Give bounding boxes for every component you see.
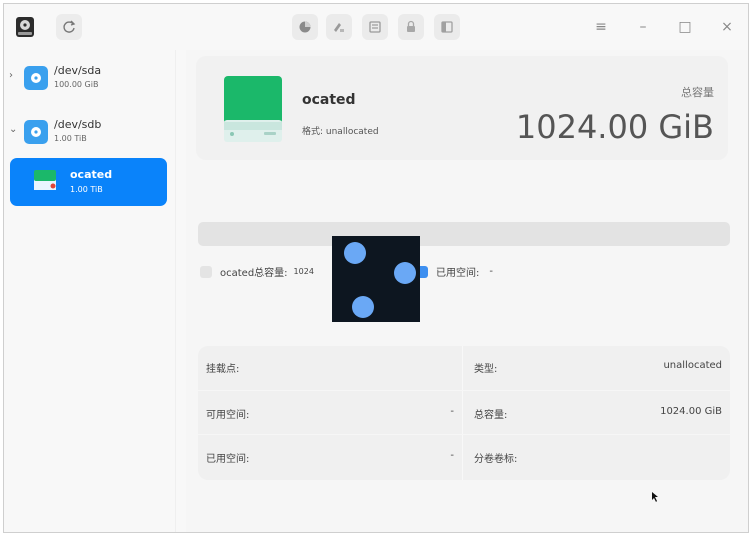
row-divider bbox=[198, 390, 730, 391]
hard-disk-icon bbox=[24, 66, 48, 90]
refresh-icon bbox=[63, 20, 76, 33]
total-capacity-value: 1024.00 GiB bbox=[660, 406, 722, 417]
loading-spinner-overlay bbox=[332, 236, 420, 322]
partition-icon bbox=[34, 170, 56, 190]
capacity-label: 总容量 bbox=[681, 86, 714, 99]
partition-icon bbox=[299, 21, 311, 33]
spinner-dot bbox=[394, 262, 416, 284]
total-legend: ocated总容量: 1024 bbox=[200, 264, 314, 279]
row-divider bbox=[198, 434, 730, 435]
disk-item-sdb[interactable]: ⌄ /dev/sdb 1.00 TiB bbox=[4, 112, 176, 160]
maximize-icon: □ bbox=[678, 19, 692, 35]
total-legend-label: ocated总容量: bbox=[220, 268, 288, 279]
disk-name: /dev/sdb bbox=[54, 118, 102, 131]
used-legend-value: - bbox=[489, 266, 493, 277]
format-icon bbox=[334, 23, 344, 32]
hard-disk-icon bbox=[24, 120, 48, 144]
spinner-dot bbox=[352, 296, 374, 318]
device-sidebar: › /dev/sda 100.00 GiB ⌄ /dev/sdb 1.00 Ti… bbox=[4, 50, 176, 532]
menu-button[interactable]: ≡ bbox=[590, 16, 612, 38]
partition-button[interactable] bbox=[292, 14, 318, 40]
partition-title: ocated bbox=[302, 92, 356, 108]
free-space-value: - bbox=[450, 406, 454, 417]
usage-bar bbox=[198, 222, 730, 246]
close-button[interactable]: × bbox=[716, 16, 738, 38]
panel-icon bbox=[441, 21, 453, 33]
maximize-button[interactable]: □ bbox=[674, 16, 696, 38]
capacity-value: 1024.00 GiB bbox=[515, 108, 714, 146]
title-bar: ≡ – □ × bbox=[4, 4, 748, 50]
chevron-down-icon[interactable]: ⌄ bbox=[9, 124, 17, 135]
format-label: 格式: unallocated bbox=[302, 127, 379, 137]
disk-utility-icon bbox=[16, 17, 34, 37]
disk-size: 1.00 TiB bbox=[54, 134, 87, 143]
mount-button[interactable] bbox=[398, 14, 424, 40]
partition-detail-panel: ocated 格式: unallocated 总容量 1024.00 GiB o… bbox=[186, 50, 748, 532]
total-swatch bbox=[200, 265, 212, 278]
free-space-label: 可用空间: bbox=[206, 410, 250, 421]
partition-summary-card: ocated 格式: unallocated 总容量 1024.00 GiB bbox=[196, 56, 728, 160]
mount-point-label: 挂载点: bbox=[206, 364, 240, 375]
spinner-dot bbox=[344, 242, 366, 264]
partition-item-ocated[interactable]: ocated 1.00 TiB bbox=[10, 158, 167, 206]
minimize-icon: – bbox=[639, 19, 647, 35]
partition-large-icon bbox=[224, 76, 282, 142]
wipe-button[interactable] bbox=[362, 14, 388, 40]
total-capacity-label: 总容量: bbox=[474, 410, 508, 421]
disk-utility-window: ≡ – □ × › /dev/sda 100.00 GiB ⌄ /dev/sdb bbox=[3, 3, 749, 533]
lock-icon bbox=[407, 20, 415, 32]
type-label: 类型: bbox=[474, 364, 498, 375]
refresh-button[interactable] bbox=[56, 14, 82, 40]
total-legend-value: 1024 bbox=[293, 267, 314, 276]
unmount-button[interactable] bbox=[434, 14, 460, 40]
mouse-cursor-icon bbox=[652, 492, 658, 502]
partition-size: 1.00 TiB bbox=[70, 185, 103, 194]
partition-info-table: 挂载点: 可用空间: - 已用空间: - 类型: unallocated 总容量… bbox=[198, 346, 730, 480]
used-legend-label: 已用空间: bbox=[436, 268, 480, 279]
used-space-label: 已用空间: bbox=[206, 454, 250, 465]
minimize-button[interactable]: – bbox=[632, 16, 654, 38]
disk-item-sda[interactable]: › /dev/sda 100.00 GiB bbox=[4, 58, 176, 106]
volume-label-label: 分卷卷标: bbox=[474, 454, 518, 465]
disk-size: 100.00 GiB bbox=[54, 80, 99, 89]
column-divider bbox=[462, 346, 463, 480]
disk-name: /dev/sda bbox=[54, 64, 102, 77]
type-value: unallocated bbox=[663, 360, 722, 371]
used-legend: 已用空间: - bbox=[416, 264, 493, 279]
used-space-value: - bbox=[450, 450, 454, 461]
wipe-icon bbox=[369, 21, 381, 33]
chevron-right-icon[interactable]: › bbox=[9, 70, 13, 81]
partition-name: ocated bbox=[70, 168, 113, 181]
close-icon: × bbox=[721, 19, 733, 35]
menu-icon: ≡ bbox=[595, 19, 607, 35]
format-button[interactable] bbox=[326, 14, 352, 40]
